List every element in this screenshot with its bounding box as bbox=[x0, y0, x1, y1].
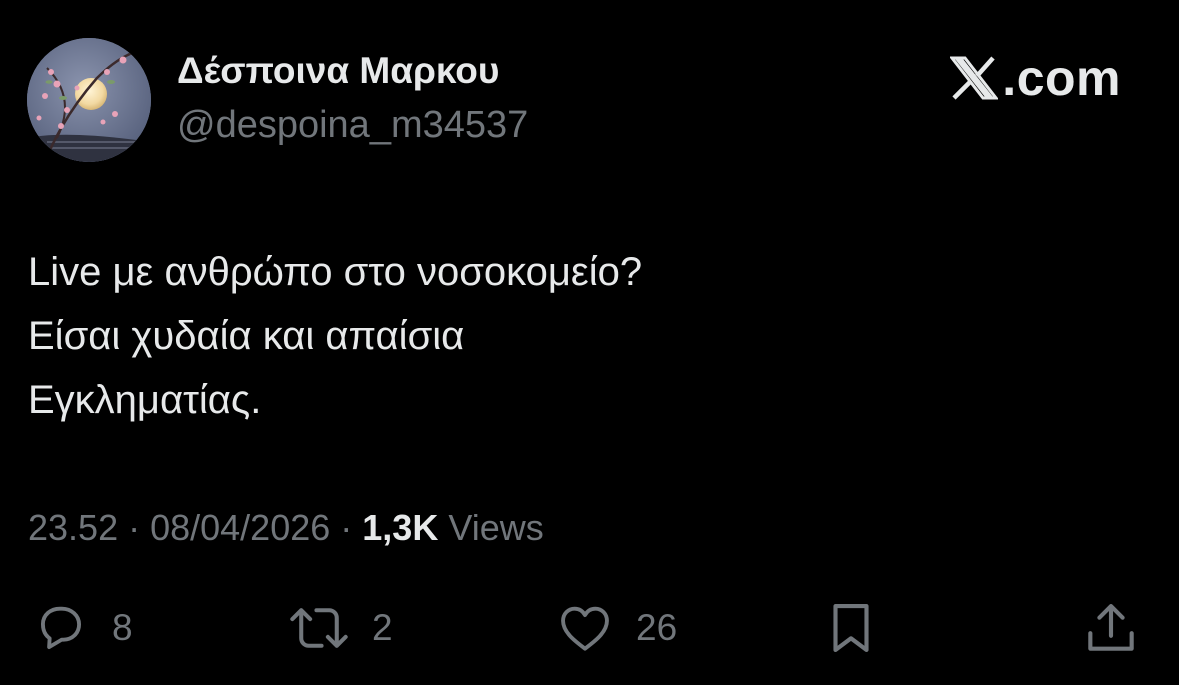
x-logo-icon bbox=[950, 56, 999, 100]
repost-icon bbox=[290, 608, 348, 648]
meta-separator: · bbox=[330, 507, 363, 548]
tweet-date[interactable]: 08/04/2026 bbox=[150, 507, 330, 548]
views-count[interactable]: 1,3K bbox=[362, 507, 438, 548]
repost-button[interactable]: 2 bbox=[286, 596, 393, 660]
action-bar: 8 2 26 bbox=[0, 596, 1179, 660]
brand-text: .com bbox=[1002, 50, 1121, 106]
reply-button[interactable]: 8 bbox=[30, 596, 133, 660]
avatar[interactable] bbox=[27, 38, 151, 162]
repost-count: 2 bbox=[372, 607, 393, 648]
tweet-text: Live με ανθρώπο στο νοσοκομείο? Είσαι χυ… bbox=[28, 240, 1128, 432]
tweet-meta: 23.52 · 08/04/2026 · 1,3K Views bbox=[28, 507, 544, 549]
author-display-name[interactable]: Δέσποινα Μαρκου bbox=[177, 50, 499, 92]
bookmark-icon bbox=[833, 603, 869, 653]
tweet-line: Εγκληματίας. bbox=[28, 378, 262, 422]
reply-icon bbox=[40, 606, 82, 650]
x-com-brand: .com bbox=[950, 50, 1121, 106]
tweet-time[interactable]: 23.52 bbox=[28, 507, 118, 548]
avatar-image bbox=[27, 38, 151, 162]
reply-count: 8 bbox=[112, 607, 133, 648]
tweet-line: Είσαι χυδαία και απαίσια bbox=[28, 314, 465, 358]
share-icon bbox=[1088, 603, 1134, 651]
like-button[interactable]: 26 bbox=[554, 596, 677, 660]
like-count: 26 bbox=[636, 607, 678, 648]
meta-separator: · bbox=[118, 507, 151, 548]
views-label: Views bbox=[448, 507, 544, 548]
heart-icon bbox=[561, 606, 609, 651]
author-handle[interactable]: @despoina_m34537 bbox=[177, 104, 528, 147]
share-button[interactable] bbox=[1080, 596, 1142, 660]
tweet-line: Live με ανθρώπο στο νοσοκομείο? bbox=[28, 250, 643, 294]
bookmark-button[interactable] bbox=[820, 596, 882, 660]
